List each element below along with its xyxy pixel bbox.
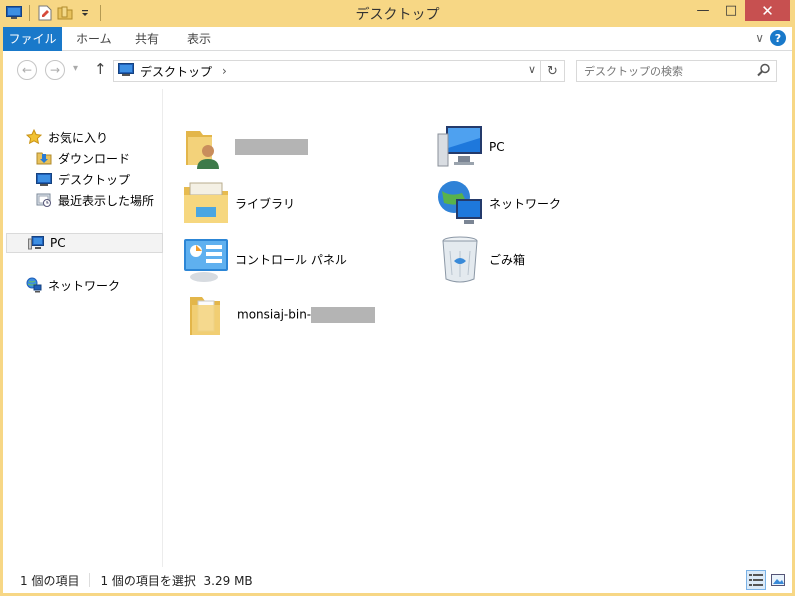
pc-large-icon xyxy=(435,122,485,172)
desktop-icon xyxy=(35,171,53,187)
status-item-count: 1 個の項目 xyxy=(20,573,80,588)
maximize-button[interactable]: □ xyxy=(717,0,745,21)
item-control-panel[interactable]: コントロール パネル xyxy=(181,233,347,285)
redacted-name xyxy=(235,139,308,155)
title-bar[interactable]: デスクトップ — □ ✕ xyxy=(0,0,795,27)
network-large-icon xyxy=(435,178,485,228)
nav-downloads[interactable]: ダウンロード xyxy=(35,148,130,168)
nav-label: 最近表示した場所 xyxy=(58,193,155,208)
item-label: PC xyxy=(489,140,505,154)
item-user-folder[interactable] xyxy=(181,121,308,173)
item-label: monsiaj-bin- xyxy=(237,307,376,323)
search-input[interactable] xyxy=(584,64,754,78)
window-client: ファイル ホーム 共有 表示 ∨ ? ← → ▾ ↑ デスクトップ › ∨ ↻ xyxy=(3,27,792,593)
user-folder-icon xyxy=(181,122,231,172)
window-frame: デスクトップ — □ ✕ ファイル ホーム 共有 表示 ∨ ? ← → ▾ ↑ xyxy=(0,0,795,596)
address-dropdown-button[interactable]: ∨ xyxy=(528,63,536,76)
content-pane: PC ライブラリ ネットワーク コントロール パネル ごみ箱 monsiaj-b… xyxy=(165,89,792,567)
item-recycle-bin[interactable]: ごみ箱 xyxy=(435,233,525,285)
downloads-folder-icon xyxy=(35,150,53,166)
address-row: ← → ▾ ↑ デスクトップ › ∨ ↻ xyxy=(3,51,792,89)
item-network[interactable]: ネットワーク xyxy=(435,177,561,229)
forward-button[interactable]: → xyxy=(45,60,65,80)
breadcrumb-desktop[interactable]: デスクトップ xyxy=(140,63,212,80)
breadcrumb-chevron-icon[interactable]: › xyxy=(222,64,227,78)
details-view-icon xyxy=(749,574,763,586)
nav-label: ネットワーク xyxy=(48,278,121,293)
tab-share[interactable]: 共有 xyxy=(123,27,171,51)
item-label: ごみ箱 xyxy=(489,252,526,267)
tab-home[interactable]: ホーム xyxy=(64,27,124,51)
item-label xyxy=(235,139,308,155)
item-pc[interactable]: PC xyxy=(435,121,505,173)
minimize-button[interactable]: — xyxy=(689,0,717,21)
nav-favorites[interactable]: お気に入り xyxy=(25,127,108,147)
status-bar: 1 個の項目 1 個の項目を選択 3.29 MB xyxy=(3,567,792,593)
nav-desktop[interactable]: デスクトップ xyxy=(35,169,130,189)
nav-recent-places[interactable]: 最近表示した場所 xyxy=(35,190,154,210)
large-icons-view-icon xyxy=(771,574,785,586)
view-switcher xyxy=(746,570,788,590)
recent-places-icon xyxy=(35,192,53,208)
large-icons-view-button[interactable] xyxy=(768,570,788,590)
address-bar[interactable]: デスクトップ › ∨ ↻ xyxy=(113,60,565,82)
nav-network[interactable]: ネットワーク xyxy=(25,275,120,295)
pc-icon xyxy=(27,235,45,251)
help-button[interactable]: ? xyxy=(770,30,786,46)
nav-label: PC xyxy=(50,236,66,250)
status-selection: 1 個の項目を選択 3.29 MB xyxy=(100,573,253,588)
network-icon xyxy=(25,277,43,293)
item-libraries[interactable]: ライブラリ xyxy=(181,177,295,229)
control-panel-icon xyxy=(181,234,231,284)
nav-label: ダウンロード xyxy=(58,151,131,166)
ribbon-tabs: ファイル ホーム 共有 表示 ∨ ? xyxy=(3,27,792,51)
nav-pc[interactable]: PC xyxy=(6,233,163,253)
item-label: ライブラリ xyxy=(235,196,296,211)
item-label: コントロール パネル xyxy=(235,252,347,267)
recent-locations-button[interactable]: ▾ xyxy=(73,63,78,74)
tab-file[interactable]: ファイル xyxy=(3,27,62,51)
item-label: ネットワーク xyxy=(489,196,562,211)
details-view-button[interactable] xyxy=(746,570,766,590)
expand-ribbon-button[interactable]: ∨ xyxy=(755,31,764,45)
folder-icon xyxy=(181,290,231,340)
recycle-bin-icon xyxy=(435,234,485,284)
back-button[interactable]: ← xyxy=(17,60,37,80)
refresh-button[interactable]: ↻ xyxy=(540,61,564,81)
folder-name: monsiaj-bin- xyxy=(237,307,312,322)
navigation-pane: お気に入り ダウンロード デスクトップ 最近表示した場所 PC ネットワーク xyxy=(3,89,163,567)
ribbon-right-controls: ∨ ? xyxy=(755,30,786,46)
desktop-location-icon xyxy=(118,63,134,79)
up-button[interactable]: ↑ xyxy=(94,60,107,78)
star-icon xyxy=(25,129,43,145)
search-box[interactable] xyxy=(576,60,777,82)
redacted-name xyxy=(311,307,376,323)
item-monsiaj-folder[interactable]: monsiaj-bin- xyxy=(181,289,376,341)
nav-label: デスクトップ xyxy=(58,172,131,187)
search-icon[interactable] xyxy=(757,63,771,80)
close-button[interactable]: ✕ xyxy=(745,0,790,21)
nav-label: お気に入り xyxy=(48,130,109,145)
window-title: デスクトップ xyxy=(355,7,440,23)
libraries-icon xyxy=(181,178,231,228)
status-divider xyxy=(89,573,91,587)
window-controls: — □ ✕ xyxy=(689,0,790,21)
tab-view[interactable]: 表示 xyxy=(175,27,223,51)
